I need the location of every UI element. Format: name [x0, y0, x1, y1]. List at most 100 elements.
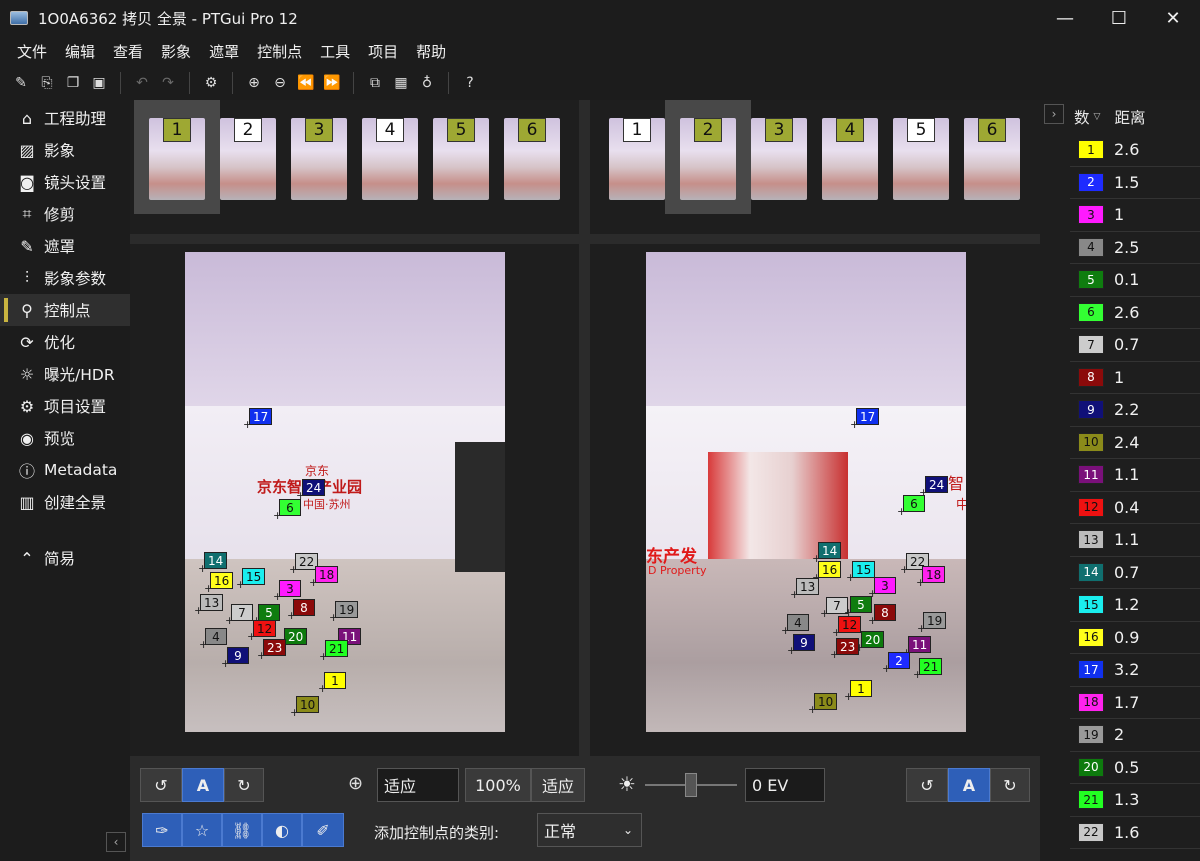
list-row[interactable]: 11 1.1 — [1070, 459, 1200, 492]
control-point-marker[interactable]: 16 — [210, 572, 234, 589]
maximize-button[interactable]: ☐ — [1092, 0, 1146, 36]
bulb-icon[interactable]: ♁ — [416, 72, 438, 94]
control-point-marker[interactable]: 8 — [293, 599, 315, 616]
link-icon[interactable]: ⛓ — [222, 813, 262, 847]
control-point-marker[interactable]: 10 — [814, 693, 838, 710]
control-point-marker[interactable]: 11 — [908, 636, 932, 653]
list-row[interactable]: 21 1.3 — [1070, 784, 1200, 817]
menu-file[interactable]: 文件 — [8, 41, 56, 62]
control-point-marker[interactable]: 8 — [874, 604, 896, 621]
auto-button[interactable]: A — [182, 768, 224, 802]
sidebar-item-8[interactable]: ☼ 曝光/HDR — [0, 358, 130, 390]
list-row[interactable]: 14 0.7 — [1070, 557, 1200, 589]
thumbnail-3[interactable]: 3 — [291, 118, 347, 200]
contrast-icon[interactable]: ◐ — [262, 813, 302, 847]
sidebar-item-4[interactable]: ✎ 遮罩 — [0, 230, 130, 262]
undo-icon[interactable]: ↶ — [131, 72, 153, 94]
control-point-marker[interactable]: 12 — [253, 620, 277, 637]
list-row[interactable]: 4 2.5 — [1070, 232, 1200, 264]
right-image-viewer[interactable]: 东产发 D Property 智 中 17+24+6+14+16+15+22+1… — [590, 244, 1040, 756]
left-photo[interactable]: 京东 京东智能产业园 中国·苏州 17+24+6+14+16+15+22+18+… — [185, 252, 505, 732]
zoom-in-icon[interactable]: ⊕ — [243, 72, 265, 94]
sidebar-item-1[interactable]: ▨ 影象 — [0, 134, 130, 166]
control-point-marker[interactable]: 18 — [315, 566, 339, 583]
copy-icon[interactable]: ❐ — [62, 72, 84, 94]
list-row[interactable]: 9 2.2 — [1070, 394, 1200, 427]
thumbnail-1[interactable]: 1 — [149, 118, 205, 200]
control-point-marker[interactable]: 17 — [856, 408, 880, 425]
control-point-marker[interactable]: 24 — [925, 476, 949, 493]
menu-view[interactable]: 查看 — [104, 41, 152, 62]
list-row[interactable]: 6 2.6 — [1070, 297, 1200, 329]
control-point-marker[interactable]: 23 — [836, 638, 860, 655]
control-point-marker[interactable]: 6 — [903, 495, 925, 512]
grid-icon[interactable]: ▦ — [390, 72, 412, 94]
redo-icon[interactable]: ↷ — [157, 72, 179, 94]
list-row[interactable]: 18 1.7 — [1070, 687, 1200, 719]
thumbnail-4[interactable]: 4 — [822, 118, 878, 200]
menu-help[interactable]: 帮助 — [407, 41, 455, 62]
control-point-marker[interactable]: 23 — [263, 639, 287, 656]
new-project-icon[interactable]: ✎ — [10, 72, 32, 94]
list-row[interactable]: 81 — [1070, 362, 1200, 394]
sidebar-item-0[interactable]: ⌂ 工程助理 — [0, 102, 130, 134]
rotate-left-button[interactable]: ↺ — [140, 768, 182, 802]
eyedropper-icon[interactable]: ✐ — [302, 813, 344, 847]
menu-image[interactable]: 影象 — [152, 41, 200, 62]
zoom-fit-button[interactable]: 适应 — [531, 768, 585, 802]
thumbnail-6[interactable]: 6 — [964, 118, 1020, 200]
expand-panel-button[interactable]: › — [1044, 104, 1064, 124]
close-button[interactable]: ✕ — [1146, 0, 1200, 36]
control-point-marker[interactable]: 21 — [325, 640, 349, 657]
menu-project[interactable]: 项目 — [359, 41, 407, 62]
zoom-field[interactable]: 适应 — [377, 768, 459, 802]
list-row[interactable]: 7 0.7 — [1070, 329, 1200, 362]
settings-gear-icon[interactable]: ⚙ — [200, 72, 222, 94]
list-row[interactable]: 20 0.5 — [1070, 752, 1200, 784]
control-point-marker[interactable]: 6 — [279, 499, 301, 516]
control-point-marker[interactable]: 4 — [787, 614, 809, 631]
edit-icon[interactable]: ⎘ — [36, 72, 58, 94]
star-icon[interactable]: ☆ — [182, 813, 222, 847]
thumbnail-4[interactable]: 4 — [362, 118, 418, 200]
control-point-marker[interactable]: 24 — [302, 479, 326, 496]
layers-icon[interactable]: ⧉ — [364, 72, 386, 94]
list-row[interactable]: 19 2 — [1070, 719, 1200, 752]
control-point-marker[interactable]: 15 — [242, 568, 266, 585]
col-number[interactable]: 数 — [1074, 106, 1090, 128]
control-point-marker[interactable]: 16 — [818, 561, 842, 578]
left-image-viewer[interactable]: 京东 京东智能产业园 中国·苏州 17+24+6+14+16+15+22+18+… — [130, 244, 579, 756]
control-point-marker[interactable]: 1 — [850, 680, 872, 697]
sidebar-item-9[interactable]: ⚙ 项目设置 — [0, 390, 130, 422]
list-row[interactable]: 10 2.4 — [1070, 427, 1200, 459]
control-point-marker[interactable]: 19 — [335, 601, 359, 618]
exposure-slider-handle[interactable] — [685, 773, 697, 797]
sidebar-item-12[interactable]: ▥ 创建全景 — [0, 486, 130, 518]
list-row[interactable]: 13 1.1 — [1070, 524, 1200, 557]
thumbnail-2[interactable]: 2 — [680, 118, 736, 200]
control-point-marker[interactable]: 17 — [249, 408, 273, 425]
thumbnail-5[interactable]: 5 — [893, 118, 949, 200]
list-row[interactable]: 31 — [1070, 199, 1200, 232]
control-point-marker[interactable]: 3 — [874, 577, 896, 594]
help-icon[interactable]: ? — [459, 72, 481, 94]
control-point-marker[interactable]: 10 — [296, 696, 320, 713]
control-point-marker[interactable]: 15 — [852, 561, 876, 578]
add-type-select[interactable]: 正常 ⌄ — [537, 813, 642, 847]
rotate-right-button[interactable]: ↻ — [224, 768, 264, 802]
exposure-field[interactable]: 0 EV — [745, 768, 825, 802]
control-point-marker[interactable]: 12 — [838, 616, 862, 633]
sidebar-item-10[interactable]: ◉ 预览 — [0, 422, 130, 454]
list-row[interactable]: 5 0.1 — [1070, 264, 1200, 297]
thumbnail-3[interactable]: 3 — [751, 118, 807, 200]
control-point-marker[interactable]: 13 — [796, 578, 820, 595]
control-point-marker[interactable]: 9 — [793, 634, 815, 651]
save-icon[interactable]: ▣ — [88, 72, 110, 94]
simple-mode-toggle[interactable]: ⌃ 简易 — [0, 542, 130, 574]
list-row[interactable]: 12 0.4 — [1070, 492, 1200, 524]
sidebar-item-3[interactable]: ⌗ 修剪 — [0, 198, 130, 230]
next-icon[interactable]: ⏩ — [321, 72, 343, 94]
right-photo[interactable]: 东产发 D Property 智 中 17+24+6+14+16+15+22+1… — [646, 252, 966, 732]
control-point-marker[interactable]: 21 — [919, 658, 943, 675]
control-point-marker[interactable]: 3 — [279, 580, 301, 597]
